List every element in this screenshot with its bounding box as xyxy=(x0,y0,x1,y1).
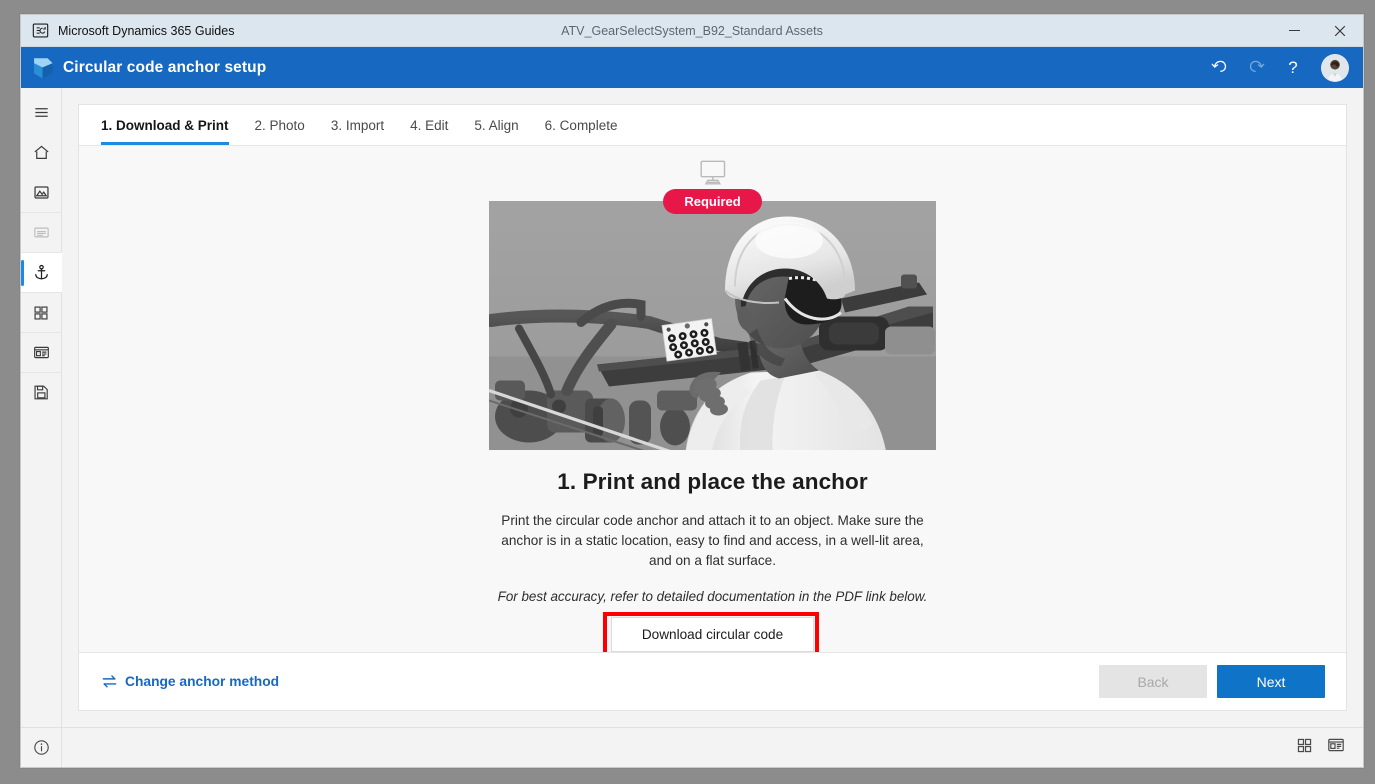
redo-icon[interactable] xyxy=(1239,51,1273,85)
close-icon xyxy=(1334,25,1346,36)
text-lines-icon xyxy=(33,227,49,238)
tab-download-print[interactable]: 1. Download & Print xyxy=(101,105,242,145)
wizard-nav-buttons: Back Next xyxy=(1099,665,1325,698)
page-title: Circular code anchor setup xyxy=(63,58,267,76)
minimize-button[interactable] xyxy=(1271,15,1317,46)
window-controls xyxy=(1271,15,1363,46)
wizard-step-tabs: 1. Download & Print 2. Photo 3. Import 4… xyxy=(79,105,1346,146)
step-description: Print the circular code anchor and attac… xyxy=(501,513,924,568)
card-layout-icon xyxy=(33,346,49,359)
change-anchor-method-link[interactable]: Change anchor method xyxy=(101,673,279,690)
app-header-actions: ? xyxy=(1202,51,1349,85)
status-bar xyxy=(21,727,1363,767)
sidebar-item-menu-hamburger[interactable] xyxy=(21,92,62,132)
back-button[interactable]: Back xyxy=(1099,665,1207,698)
save-icon xyxy=(33,385,48,400)
accuracy-note: For best accuracy, refer to detailed doc… xyxy=(497,589,928,604)
swap-arrows-icon xyxy=(102,675,117,688)
status-badge: Required xyxy=(663,189,762,214)
hero-illustration xyxy=(489,201,936,450)
tab-align[interactable]: 5. Align xyxy=(461,105,531,145)
tab-complete[interactable]: 6. Complete xyxy=(532,105,631,145)
info-circle-icon xyxy=(33,740,49,755)
user-avatar[interactable] xyxy=(1321,53,1349,82)
card-view-icon xyxy=(1328,738,1344,752)
minimize-icon xyxy=(1288,30,1300,31)
app-header-bar: Circular code anchor setup ? xyxy=(21,47,1363,88)
main-content: 1. Download & Print 2. Photo 3. Import 4… xyxy=(62,88,1363,727)
wizard-card: 1. Download & Print 2. Photo 3. Import 4… xyxy=(78,104,1347,711)
anchor-icon xyxy=(34,264,48,280)
guides-app-icon xyxy=(32,22,49,39)
left-sidebar xyxy=(20,88,62,727)
close-button[interactable] xyxy=(1317,15,1363,46)
sidebar-item-anchor[interactable] xyxy=(20,252,62,292)
home-icon xyxy=(33,145,49,159)
status-bar-view-toggles xyxy=(1296,736,1363,759)
image-icon xyxy=(33,185,49,199)
desktop-background: Microsoft Dynamics 365 Guides ATV_GearSe… xyxy=(0,0,1375,784)
step-heading: 1. Print and place the anchor xyxy=(557,469,868,494)
tab-edit[interactable]: 4. Edit xyxy=(397,105,461,145)
desktop-monitor-icon xyxy=(697,159,729,187)
sidebar-item-save[interactable] xyxy=(20,372,62,412)
change-anchor-method-label: Change anchor method xyxy=(125,674,280,689)
download-button-wrapper: Download circular code xyxy=(602,612,819,652)
tab-import[interactable]: 3. Import xyxy=(318,105,397,145)
wizard-footer: Change anchor method Back Next xyxy=(79,652,1346,710)
undo-icon[interactable] xyxy=(1202,51,1236,85)
sidebar-item-steps[interactable] xyxy=(20,212,62,252)
app-name-label: Microsoft Dynamics 365 Guides xyxy=(58,23,235,38)
card-view-button[interactable] xyxy=(1327,736,1345,759)
grid-icon xyxy=(34,305,48,320)
tab-photo[interactable]: 2. Photo xyxy=(242,105,318,145)
info-button[interactable] xyxy=(21,728,62,767)
help-question-icon[interactable]: ? xyxy=(1276,51,1310,85)
sidebar-item-card-layout[interactable] xyxy=(20,332,62,372)
grid-view-button[interactable] xyxy=(1296,737,1313,759)
application-window: Microsoft Dynamics 365 Guides ATV_GearSe… xyxy=(20,14,1364,768)
dynamics-365-logo xyxy=(21,54,63,81)
step-panel: Required 1. Print and place the anchor P… xyxy=(79,146,1346,652)
sidebar-item-media[interactable] xyxy=(21,172,62,212)
sidebar-item-home[interactable] xyxy=(21,132,62,172)
next-button[interactable]: Next xyxy=(1217,665,1325,698)
sidebar-item-apps-grid[interactable] xyxy=(20,292,62,332)
help-label: ? xyxy=(1288,58,1298,77)
title-bar: Microsoft Dynamics 365 Guides ATV_GearSe… xyxy=(21,15,1363,47)
grid-view-icon xyxy=(1297,738,1312,752)
hamburger-icon xyxy=(34,107,48,117)
window-body: 1. Download & Print 2. Photo 3. Import 4… xyxy=(20,88,1363,727)
download-circular-code-button[interactable]: Download circular code xyxy=(610,617,815,652)
title-bar-app-identity: Microsoft Dynamics 365 Guides xyxy=(21,22,234,39)
